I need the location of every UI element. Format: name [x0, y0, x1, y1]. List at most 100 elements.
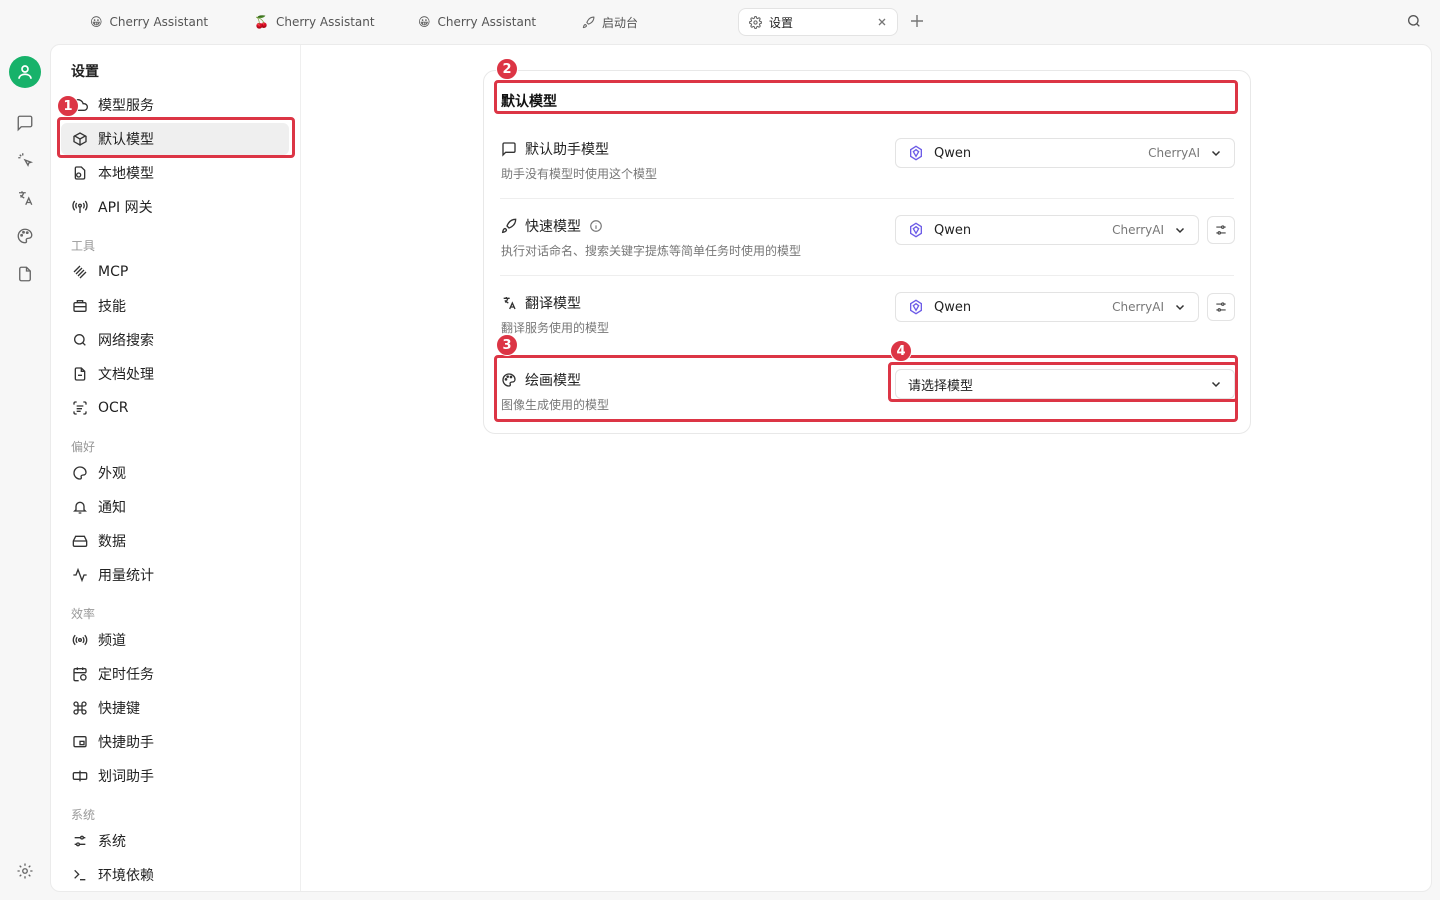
rocket-icon: [582, 16, 595, 29]
window-icon: [73, 736, 87, 748]
hard-drive-icon: [72, 535, 88, 547]
fast-model-settings-button[interactable]: [1207, 216, 1235, 244]
nav-label: 频道: [98, 633, 126, 649]
translate-icon: [503, 297, 516, 310]
row-title-text: 绘画模型: [525, 373, 581, 389]
nav-item-ocr[interactable]: OCR: [61, 392, 289, 424]
row-title-text: 快速模型: [525, 219, 581, 235]
row-title-fast-model: 快速模型: [501, 216, 603, 236]
row-title-translate-model: 翻译模型: [501, 293, 581, 313]
antenna-icon: [72, 200, 88, 213]
sliders-icon: [74, 835, 86, 847]
nav-label: 外观: [98, 466, 126, 482]
model-name: Qwen: [934, 299, 972, 315]
nav-item-usage-stats[interactable]: 用量统计: [61, 559, 289, 591]
avatar[interactable]: [9, 56, 41, 88]
rocket-icon: [501, 218, 517, 234]
row-title-text: 默认助手模型: [525, 142, 609, 158]
close-icon[interactable]: [877, 17, 887, 27]
settings-gear-icon[interactable]: [16, 862, 34, 880]
translate-model-select[interactable]: Qwen CherryAI: [895, 292, 1199, 322]
nav-label: 通知: [98, 500, 126, 516]
sliders-icon: [1216, 225, 1226, 235]
translate-model-settings-button[interactable]: [1207, 293, 1235, 321]
tab-cherry-assistant-3[interactable]: 😀 Cherry Assistant: [408, 8, 546, 36]
info-icon[interactable]: [589, 219, 603, 233]
nav-label: 定时任务: [98, 667, 154, 683]
nav-item-model-service[interactable]: 模型服务: [61, 89, 289, 121]
text-cursor-icon: [72, 770, 88, 782]
palette-icon: [73, 466, 87, 480]
nav-item-api-gateway[interactable]: API 网关: [61, 191, 289, 223]
row-title-default-assistant: 默认助手模型: [501, 139, 609, 159]
sparkle-icon[interactable]: [16, 151, 34, 169]
chevron-down-icon: [1175, 227, 1185, 234]
row-desc: 翻译服务使用的模型: [501, 321, 610, 335]
card-title: 默认模型: [501, 94, 557, 110]
settings-title: 设置: [71, 64, 99, 80]
nav-item-mcp[interactable]: MCP: [61, 256, 289, 288]
nav-item-channels[interactable]: 频道: [61, 624, 289, 656]
default-assistant-model-select[interactable]: Qwen CherryAI: [895, 138, 1235, 168]
toolbox-icon: [73, 300, 87, 312]
nav-label: 本地模型: [98, 166, 154, 182]
nav-label: API 网关: [98, 200, 153, 216]
nav-label: 网络搜索: [98, 333, 154, 349]
add-tab-button[interactable]: [910, 14, 924, 28]
fast-model-select[interactable]: Qwen CherryAI: [895, 215, 1199, 245]
nav-item-environment-deps[interactable]: 环境依赖: [61, 859, 289, 891]
sliders-icon: [1216, 302, 1226, 312]
nav-item-notifications[interactable]: 通知: [61, 491, 289, 523]
palette-icon[interactable]: [16, 227, 34, 245]
scan-text-icon: [73, 401, 87, 415]
nav-label: 用量统计: [98, 568, 154, 584]
activity-icon: [73, 567, 87, 583]
tab-label: Cherry Assistant: [109, 15, 209, 29]
gear-icon: [749, 15, 762, 29]
nav-item-quick-assistant[interactable]: 快捷助手: [61, 726, 289, 758]
file-icon[interactable]: [16, 265, 34, 283]
settings-nav: 设置 模型服务 默认模型 本地模型 API 网关 工具 MCP 技能 网络搜索 …: [51, 45, 301, 891]
document-icon: [74, 367, 86, 381]
nav-item-local-model[interactable]: 本地模型: [61, 157, 289, 189]
annotation-badge-1: 1: [57, 95, 79, 117]
nav-label: 模型服务: [98, 98, 154, 114]
tab-label: Cherry Assistant: [275, 15, 375, 29]
search-icon[interactable]: [1406, 13, 1422, 29]
row-desc: 助手没有模型时使用这个模型: [501, 167, 658, 181]
nav-label: 快捷键: [98, 701, 140, 717]
nav-label: 默认模型: [98, 132, 154, 148]
annotation-badge-4: 4: [890, 340, 912, 362]
nav-item-web-search[interactable]: 网络搜索: [61, 324, 289, 356]
chat-icon[interactable]: [16, 114, 34, 132]
tab-bar: 😀 Cherry Assistant 🍒 Cherry Assistant 😀 …: [0, 0, 1440, 44]
tab-cherry-assistant-1[interactable]: 😀 Cherry Assistant: [80, 8, 218, 36]
tab-settings[interactable]: 设置: [738, 8, 898, 36]
main-panel: 设置 模型服务 默认模型 本地模型 API 网关 工具 MCP 技能 网络搜索 …: [50, 44, 1432, 892]
select-placeholder: 请选择模型: [908, 378, 974, 394]
nav-item-skills[interactable]: 技能: [61, 290, 289, 322]
calendar-clock-icon: [73, 667, 87, 682]
nav-label: 划词助手: [98, 769, 154, 785]
model-name: Qwen: [934, 145, 972, 161]
nav-item-selection-assistant[interactable]: 划词助手: [61, 760, 289, 792]
nav-item-scheduled-tasks[interactable]: 定时任务: [61, 658, 289, 690]
tab-cherry-assistant-2[interactable]: 🍒 Cherry Assistant: [244, 8, 385, 36]
nav-item-document-processing[interactable]: 文档处理: [61, 358, 289, 390]
tab-launchpad[interactable]: 启动台: [572, 8, 648, 36]
nav-group-preferences: 偏好: [71, 440, 96, 454]
qwen-logo-icon: [910, 145, 922, 161]
nav-item-appearance[interactable]: 外观: [61, 457, 289, 489]
divider: [500, 275, 1234, 276]
nav-label: 文档处理: [98, 367, 154, 383]
nav-item-data[interactable]: 数据: [61, 525, 289, 557]
default-model-card: 默认模型 默认助手模型 助手没有模型时使用这个模型 Qwen CherryAI …: [483, 70, 1251, 434]
nav-item-system[interactable]: 系统: [61, 825, 289, 857]
mcp-icon: [73, 265, 87, 279]
provider-name: CherryAI: [1148, 146, 1200, 160]
nav-item-shortcuts[interactable]: 快捷键: [61, 692, 289, 724]
nav-item-default-model[interactable]: 默认模型: [61, 123, 289, 155]
local-model-icon: [74, 166, 86, 180]
paint-model-select[interactable]: 请选择模型: [895, 369, 1235, 399]
translate-icon[interactable]: [16, 189, 34, 207]
